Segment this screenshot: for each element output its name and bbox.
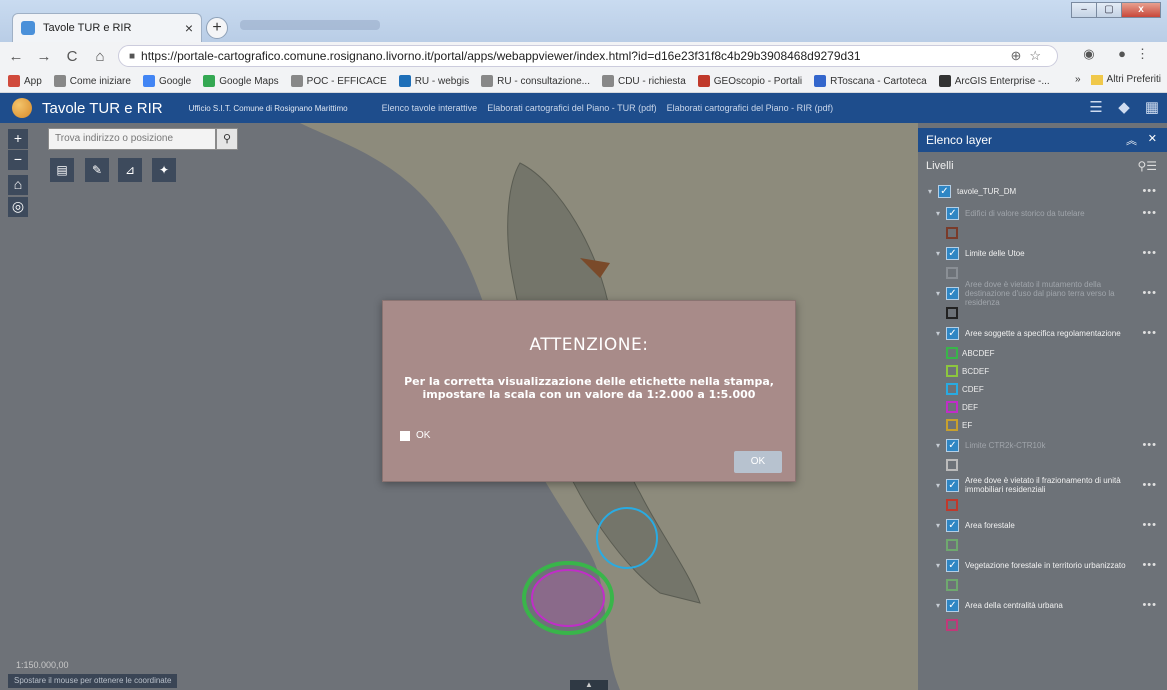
- bookmarks-more[interactable]: » Altri Preferiti: [1075, 74, 1161, 85]
- address-bar: ← → C ⌂ ■ https://portale-cartografico.c…: [0, 42, 1167, 70]
- bookmark-item[interactable]: Google: [142, 75, 191, 87]
- checkbox-label: OK: [416, 430, 431, 441]
- header-link[interactable]: Elaborati cartografici del Piano - RIR (…: [667, 103, 834, 113]
- folder-icon: [1090, 74, 1103, 85]
- window-controls: – ▢ x: [1071, 2, 1161, 18]
- legend-list-icon[interactable]: ☰: [1087, 99, 1105, 117]
- bookmark-item[interactable]: Google Maps: [203, 75, 279, 87]
- dont-show-checkbox[interactable]: OK: [400, 430, 430, 441]
- app-logo-icon: [12, 98, 32, 118]
- more-chevron-icon[interactable]: »: [1075, 74, 1081, 85]
- profile-menu-icons[interactable]: ◉ ●⋮: [1083, 46, 1159, 62]
- new-tab-button[interactable]: +: [206, 17, 228, 39]
- blurred-tabs: [240, 20, 380, 30]
- back-icon[interactable]: ←: [4, 48, 28, 65]
- bookmark-item[interactable]: ArcGIS Enterprise -...: [938, 75, 1050, 87]
- app-subtitle: Ufficio S.I.T. Comune di Rosignano Marit…: [188, 103, 348, 113]
- warning-dialog: ATTENZIONE: Per la corretta visualizzazi…: [382, 300, 796, 482]
- zoom-star-icons[interactable]: ⊕☆: [1010, 48, 1049, 64]
- bookmark-item[interactable]: GEOscopio - Portali: [697, 75, 802, 87]
- dialog-title: ATTENZIONE:: [529, 335, 649, 355]
- ok-button[interactable]: OK: [734, 451, 782, 473]
- header-widgets: ☰ ◆ ▦: [1077, 99, 1161, 117]
- url-text: https://portale-cartografico.comune.rosi…: [141, 49, 861, 63]
- bookmark-item[interactable]: POC - EFFICACE: [290, 75, 387, 87]
- dialog-message-line: Per la corretta visualizzazione delle et…: [404, 375, 774, 388]
- bookmarks-bar: App Come iniziare Google Google Maps POC…: [0, 70, 1167, 93]
- bookmark-icon: [481, 75, 494, 87]
- tab-title: Tavole TUR e RIR: [43, 22, 132, 34]
- forward-icon[interactable]: →: [32, 48, 56, 65]
- checkbox-box[interactable]: [400, 430, 410, 441]
- home-icon[interactable]: ⌂: [88, 48, 112, 65]
- basemap-grid-icon[interactable]: ▦: [1143, 99, 1161, 117]
- app-header: Tavole TUR e RIR Ufficio S.I.T. Comune d…: [0, 93, 1167, 123]
- lock-icon: ■: [129, 50, 136, 62]
- bookmark-icon: [601, 75, 614, 87]
- bookmark-icon: [53, 75, 66, 87]
- close-window-button[interactable]: x: [1121, 2, 1161, 18]
- bookmark-item[interactable]: Come iniziare: [53, 75, 131, 87]
- bookmark-item[interactable]: RToscana - Cartoteca: [814, 75, 927, 87]
- google-icon: [142, 75, 155, 87]
- maps-pin-icon: [203, 75, 216, 87]
- dialog-message-line: impostare la scala con un valore da 1:2.…: [422, 388, 756, 401]
- header-link[interactable]: Elenco tavole interattive: [382, 103, 478, 113]
- minimize-button[interactable]: –: [1071, 2, 1097, 18]
- app-title: Tavole TUR e RIR: [42, 99, 163, 117]
- browser-titlebar: Tavole TUR e RIR × + – ▢ x: [0, 0, 1167, 42]
- bookmark-icon: [697, 75, 710, 87]
- header-link[interactable]: Elaborati cartografici del Piano - TUR (…: [487, 103, 656, 113]
- header-links: Elenco tavole interattive Elaborati cart…: [382, 103, 844, 113]
- maximize-button[interactable]: ▢: [1096, 2, 1122, 18]
- bookmark-icon: [398, 75, 411, 87]
- reload-icon[interactable]: C: [60, 48, 84, 65]
- bookmark-item[interactable]: RU - consultazione...: [481, 75, 590, 87]
- tab-favicon-icon: [21, 21, 35, 35]
- globe-icon: [938, 75, 951, 87]
- browser-tab[interactable]: Tavole TUR e RIR ×: [12, 13, 202, 42]
- other-bookmarks[interactable]: Altri Preferiti: [1107, 74, 1161, 85]
- dialog-message: Per la corretta visualizzazione delle et…: [383, 375, 795, 401]
- url-field[interactable]: ■ https://portale-cartografico.comune.ro…: [118, 45, 1058, 67]
- layers-icon[interactable]: ◆: [1115, 99, 1133, 117]
- bookmark-icon: [290, 75, 303, 87]
- tab-close-icon[interactable]: ×: [185, 20, 193, 36]
- bookmark-item[interactable]: CDU - richiesta: [601, 75, 686, 87]
- bookmark-item[interactable]: RU - webgis: [398, 75, 469, 87]
- bookmark-icon: [814, 75, 827, 87]
- bookmark-item[interactable]: App: [8, 75, 42, 87]
- apps-grid-icon: [8, 75, 20, 87]
